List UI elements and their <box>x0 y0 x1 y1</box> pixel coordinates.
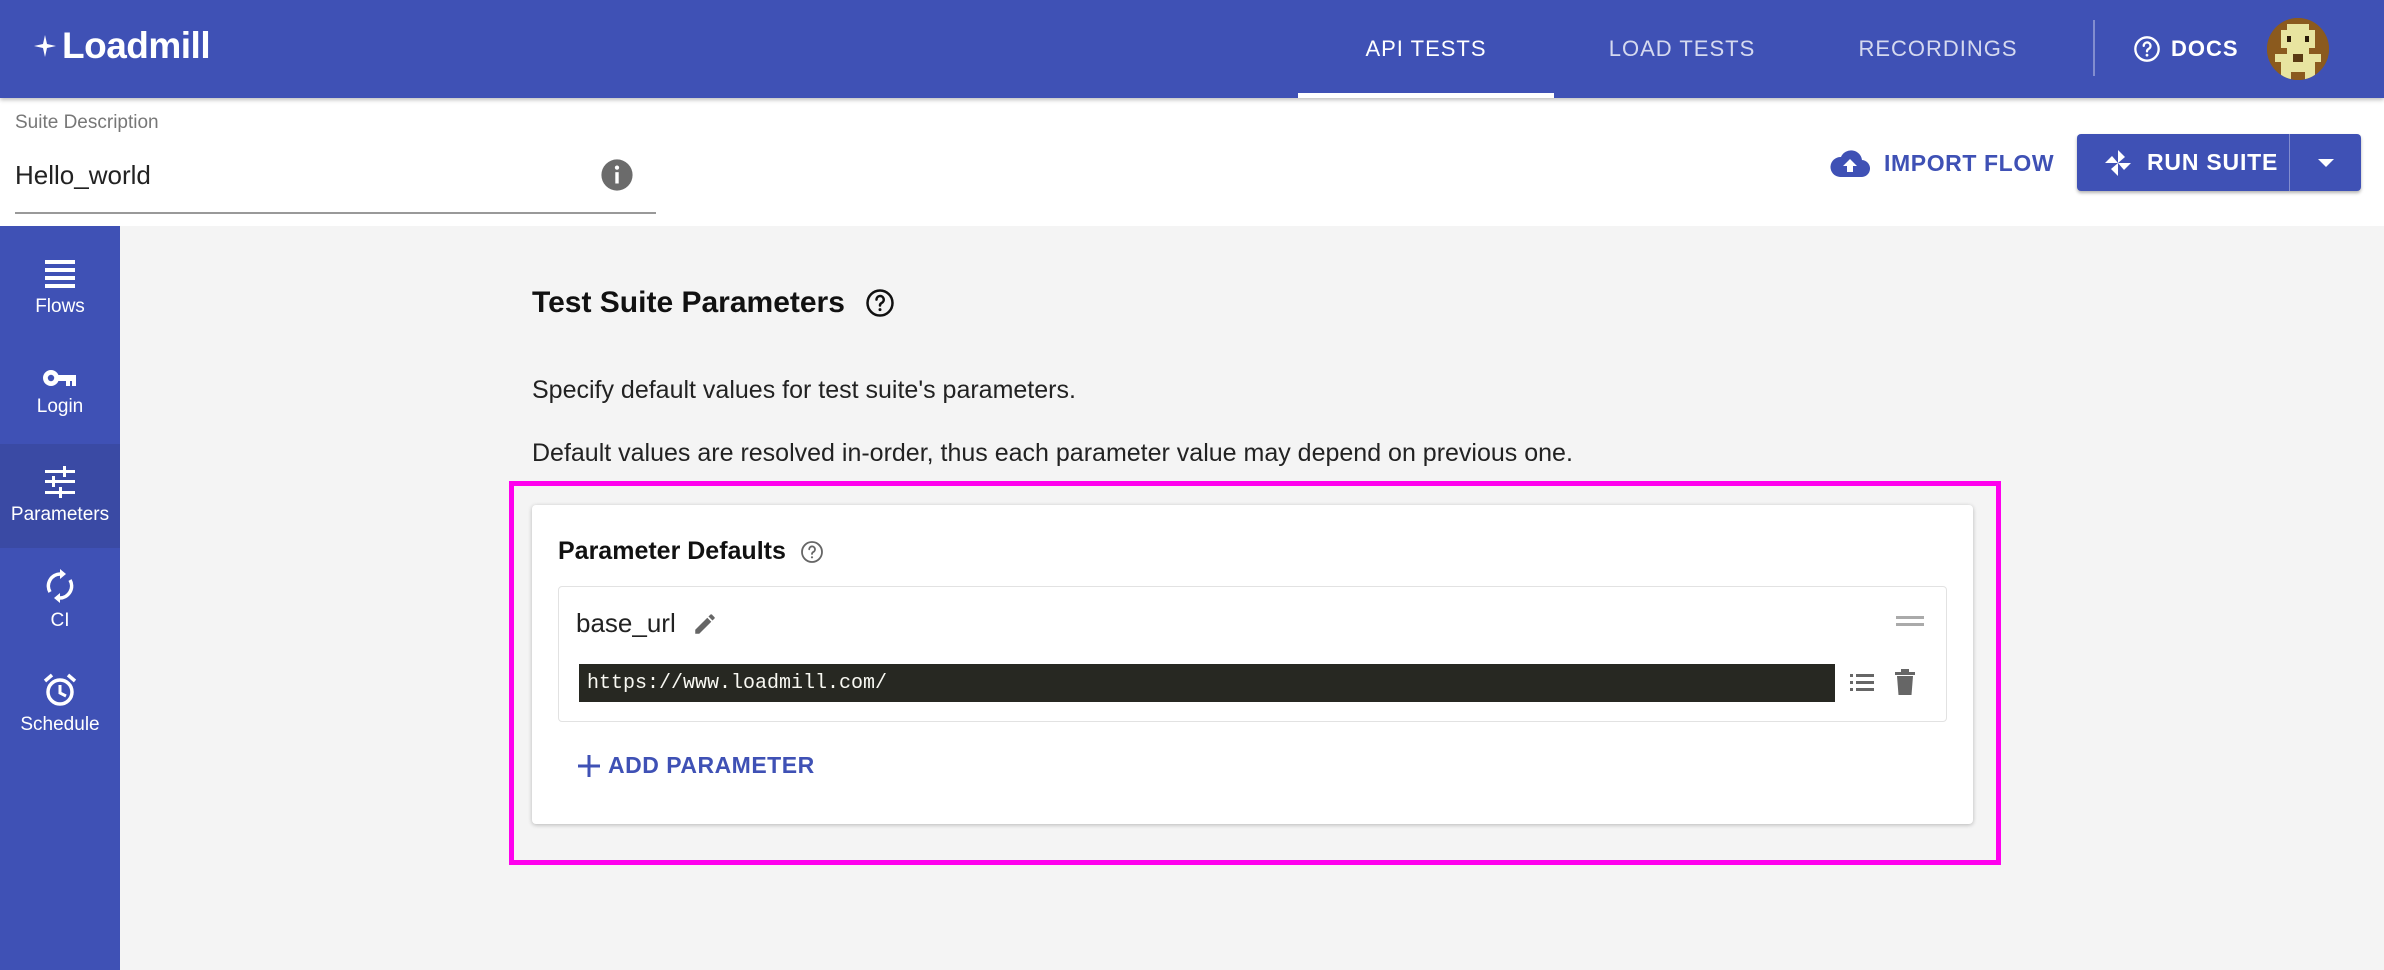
sidebar-item-label: CI <box>50 610 70 631</box>
docs-button[interactable]: DOCS <box>2133 0 2239 98</box>
top-app-bar: Loadmill API TESTS LOAD TESTS RECORDINGS… <box>0 0 2384 98</box>
sidebar-item-flows[interactable]: Flows <box>0 236 120 340</box>
pinwheel-icon <box>2105 149 2131 176</box>
plus-icon <box>578 754 600 777</box>
pixel-avatar-icon <box>2267 18 2329 80</box>
description-paragraph-2: Default values are resolved in-order, th… <box>532 439 1573 467</box>
trash-icon[interactable] <box>1893 668 1917 696</box>
description-paragraph-1: Specify default values for test suite's … <box>532 376 1076 404</box>
sidebar-item-login[interactable]: Login <box>0 340 120 444</box>
page-title-text: Test Suite Parameters <box>532 286 845 319</box>
help-icon[interactable] <box>865 288 895 318</box>
description-underline <box>15 212 656 214</box>
user-avatar[interactable] <box>2267 18 2329 80</box>
key-icon <box>43 370 76 386</box>
suite-description-input[interactable] <box>15 160 575 191</box>
run-suite-label: RUN SUITE <box>2147 149 2279 175</box>
active-tab-indicator <box>1298 93 1554 98</box>
run-options-dropdown[interactable] <box>2290 134 2361 191</box>
page-title: Test Suite Parameters <box>532 286 895 320</box>
info-icon[interactable] <box>600 158 634 192</box>
run-suite-button-group: RUN SUITE <box>2077 134 2361 191</box>
cloud-upload-icon <box>1830 150 1870 178</box>
list-icon[interactable] <box>1848 670 1876 694</box>
tab-load-tests[interactable]: LOAD TESTS <box>1554 0 1810 98</box>
card-title-text: Parameter Defaults <box>558 537 786 565</box>
help-circle-icon <box>2134 36 2160 62</box>
sync-icon <box>46 569 74 603</box>
add-parameter-button[interactable]: ADD PARAMETER <box>576 752 815 779</box>
sidebar-item-label: Parameters <box>10 504 110 525</box>
sidebar-item-parameters[interactable]: Parameters <box>0 444 120 548</box>
logo-spark-icon <box>34 35 56 57</box>
sidebar-item-label: Flows <box>35 296 85 317</box>
logo-text: Loadmill <box>62 25 211 66</box>
import-flow-button[interactable]: IMPORT FLOW <box>1830 140 2054 186</box>
sidebar-item-ci[interactable]: CI <box>0 548 120 652</box>
parameter-value-input[interactable] <box>579 664 1835 702</box>
tab-recordings[interactable]: RECORDINGS <box>1810 0 2066 98</box>
parameter-name: base_url <box>576 608 718 639</box>
sidebar-item-label: Schedule <box>20 714 100 735</box>
tab-api-tests[interactable]: API TESTS <box>1298 0 1554 98</box>
sidebar-item-label: Login <box>36 396 84 417</box>
import-flow-label: IMPORT FLOW <box>1884 149 2055 176</box>
add-parameter-label: ADD PARAMETER <box>608 752 815 778</box>
docs-label: DOCS <box>2171 36 2239 61</box>
run-suite-button[interactable]: RUN SUITE <box>2077 134 2289 191</box>
loadmill-logo[interactable]: Loadmill <box>32 24 211 68</box>
tune-icon <box>45 466 75 498</box>
card-title: Parameter Defaults <box>558 537 824 566</box>
pencil-icon[interactable] <box>692 611 718 637</box>
flows-icon <box>45 260 75 288</box>
tab-api-tests-label: API TESTS <box>1365 36 1487 61</box>
drag-handle-icon[interactable] <box>1896 616 1924 630</box>
tab-recordings-label: RECORDINGS <box>1858 36 2018 61</box>
sidebar: Flows Login Parameters CI Schedule <box>0 226 120 970</box>
alarm-icon <box>43 673 77 706</box>
help-icon[interactable] <box>800 540 824 564</box>
tab-load-tests-label: LOAD TESTS <box>1608 36 1756 61</box>
parameter-name-text: base_url <box>576 608 676 638</box>
suite-description-label: Suite Description <box>15 112 159 133</box>
sidebar-item-schedule[interactable]: Schedule <box>0 652 120 756</box>
nav-divider <box>2093 20 2095 76</box>
caret-down-icon <box>2317 158 2334 167</box>
